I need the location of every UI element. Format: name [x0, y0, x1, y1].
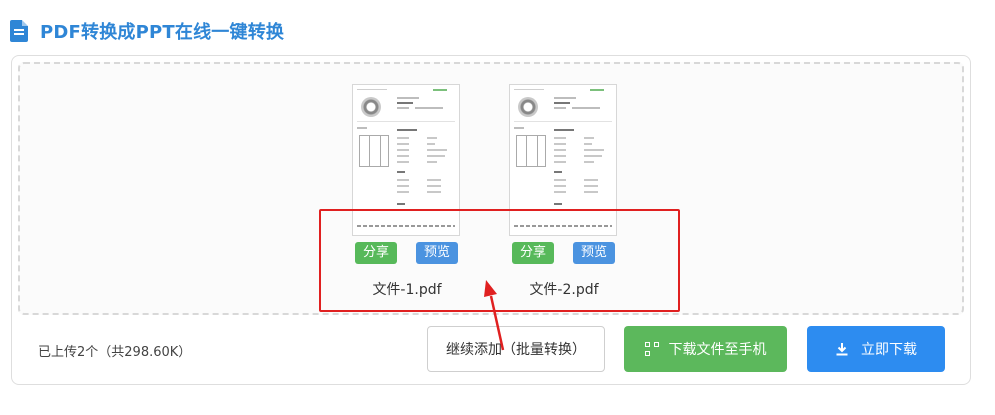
download-now-label: 立即下载	[861, 342, 917, 358]
upload-status: 已上传2个（共298.60K）	[38, 345, 192, 360]
upload-dropzone[interactable]: 分享 预览 文件-1.pdf 分享 预览 文件-2.pdf	[18, 62, 964, 315]
share-button[interactable]: 分享	[355, 242, 398, 264]
add-more-label: 继续添加（批量转换）	[446, 342, 586, 358]
download-to-phone-button[interactable]: 下载文件至手机	[624, 326, 787, 372]
share-button[interactable]: 分享	[512, 242, 555, 264]
add-more-button[interactable]: 继续添加（批量转换）	[427, 326, 605, 372]
download-to-phone-label: 下载文件至手机	[668, 342, 767, 358]
file-name: 文件-2.pdf	[529, 282, 599, 298]
qr-code-icon	[644, 342, 659, 356]
download-icon	[836, 343, 848, 356]
pdf-thumbnail[interactable]	[352, 84, 460, 236]
converter-panel: 分享 预览 文件-1.pdf 分享 预览 文件-2.pdf 已上传2个（共298…	[11, 55, 971, 385]
pdf-thumbnail[interactable]	[509, 84, 617, 236]
page-title: PDF转换成PPT在线一键转换	[40, 22, 285, 43]
page-header: PDF转换成PPT在线一键转换	[10, 16, 284, 46]
file-card: 分享 预览 文件-2.pdf	[494, 84, 634, 304]
download-now-button[interactable]: 立即下载	[807, 326, 945, 372]
file-card: 分享 预览 文件-1.pdf	[337, 84, 477, 304]
file-name: 文件-1.pdf	[372, 282, 442, 298]
preview-button[interactable]: 预览	[416, 242, 459, 264]
document-icon	[10, 20, 28, 42]
preview-button[interactable]: 预览	[573, 242, 616, 264]
